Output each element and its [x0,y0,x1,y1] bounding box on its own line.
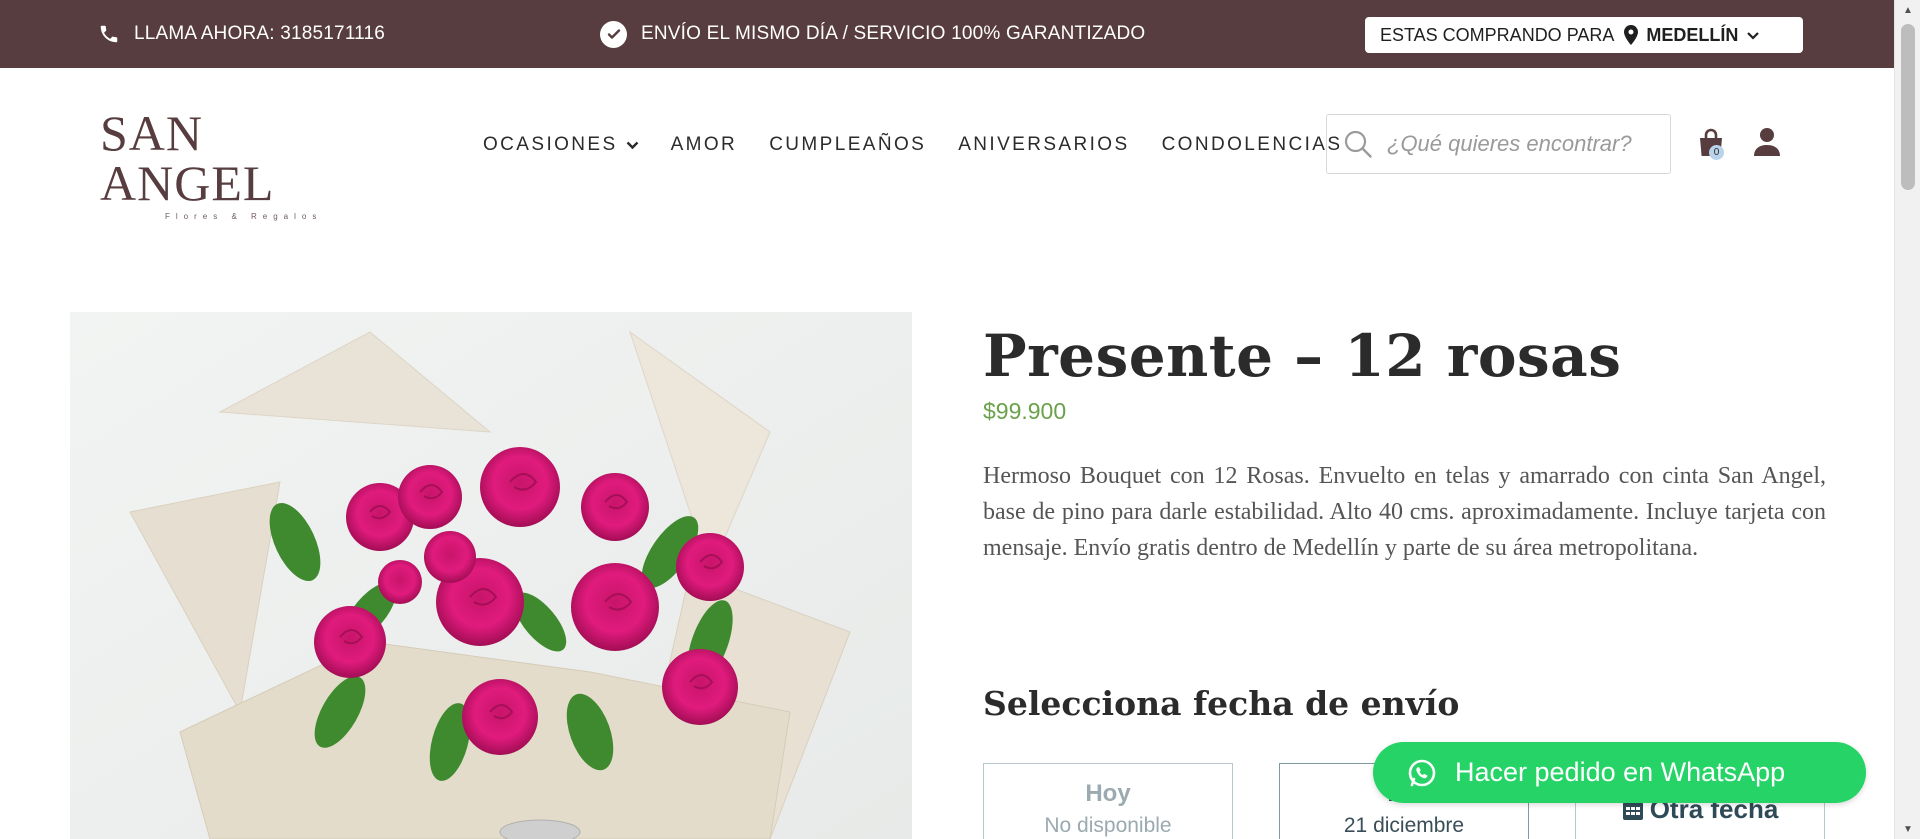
product-price: $99.900 [983,398,1067,424]
site-logo[interactable]: SAN ANGEL Flores & Regalos [100,108,360,221]
chevron-down-icon [1746,25,1760,46]
search-icon [1343,129,1373,159]
product-image[interactable] [70,312,912,839]
scroll-up-arrow-icon[interactable]: ▲ [1895,0,1920,20]
whatsapp-icon [1407,758,1437,788]
delivery-option-date: 21 diciembre [1343,814,1465,837]
scroll-down-arrow-icon[interactable]: ▼ [1895,819,1920,839]
nav-item-ocasiones[interactable]: OCASIONES [483,134,639,156]
whatsapp-order-button[interactable]: Hacer pedido en WhatsApp [1373,742,1866,803]
buying-for-label: ESTAS COMPRANDO PARA [1380,24,1615,45]
logo-tagline: Flores & Regalos [165,212,323,221]
nav-item-condolencias[interactable]: CONDOLENCIAS [1162,134,1343,156]
top-bar: LLAMA AHORA: 3185171116 ENVÍO EL MISMO D… [0,0,1894,68]
nav-item-label: OCASIONES [483,134,618,155]
shipping-notice: ENVÍO EL MISMO DÍA / SERVICIO 100% GARAN… [600,0,1145,68]
account-button[interactable] [1753,127,1781,157]
page-scrollbar[interactable]: ▲ ▼ [1894,0,1920,839]
city-selector[interactable]: ESTAS COMPRANDO PARA MEDELLÍN [1365,17,1803,53]
delivery-option-today[interactable]: Hoy No disponible [983,763,1233,839]
scroll-thumb[interactable] [1901,24,1915,190]
whatsapp-button-label: Hacer pedido en WhatsApp [1455,757,1786,787]
chevron-down-icon [626,141,639,150]
city-name: MEDELLÍN [1646,24,1739,45]
search-input[interactable]: ¿Qué quieres encontrar? [1387,131,1632,157]
delivery-option-status: No disponible [1044,814,1172,837]
call-now-text: LLAMA AHORA: 3185171116 [134,23,386,44]
nav-item-aniversarios[interactable]: ANIVERSARIOS [958,134,1129,156]
call-now[interactable]: LLAMA AHORA: 3185171116 [98,0,385,68]
search-box[interactable]: ¿Qué quieres encontrar? [1326,114,1671,174]
nav-item-cumpleanos[interactable]: CUMPLEAÑOS [769,134,926,156]
product-description: Hermoso Bouquet con 12 Rosas. Envuelto e… [983,463,1826,561]
main-nav: OCASIONES AMOR CUMPLEAÑOS ANIVERSARIOS C… [483,128,1374,162]
nav-item-amor[interactable]: AMOR [671,134,738,156]
phone-icon [98,23,120,45]
delivery-date-heading: Selecciona fecha de envío [983,684,1460,723]
product-title: Presente – 12 rosas [983,322,1622,390]
logo-text: SAN ANGEL [100,105,275,211]
user-icon [1754,128,1780,156]
map-pin-icon [1624,25,1639,45]
cart-count-badge: 0 [1709,145,1724,160]
check-circle-icon [600,20,627,48]
cart-button[interactable]: 0 [1698,128,1728,160]
shipping-notice-text: ENVÍO EL MISMO DÍA / SERVICIO 100% GARAN… [641,23,1146,44]
delivery-option-label: Hoy [1085,780,1131,807]
